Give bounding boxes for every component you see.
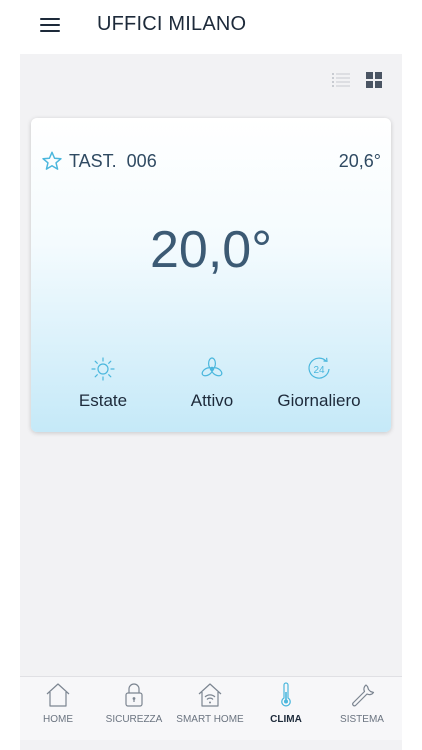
bottom-safe-area [20, 740, 402, 750]
main-content: TAST. 006 20,6° 20,0° Estate Attivo 24 G… [20, 54, 402, 676]
thermometer-icon [281, 682, 291, 707]
page-title: UFFICI MILANO [97, 13, 247, 35]
season-mode[interactable]: Estate [68, 356, 138, 411]
season-mode-label: Estate [78, 391, 128, 410]
smart-home-icon [198, 683, 222, 707]
tab-security[interactable]: SICUREZZA [96, 677, 172, 741]
tab-system[interactable]: SISTEMA [324, 677, 400, 741]
setpoint-temperature[interactable]: 20,0° [31, 220, 391, 280]
tab-smart-home[interactable]: SMART HOME [172, 677, 248, 741]
hamburger-icon[interactable] [38, 15, 62, 35]
sun-icon [91, 357, 115, 381]
fan-icon [201, 357, 223, 377]
schedule-mode-label: Giornaliero [277, 391, 361, 410]
24h-icon: 24 [308, 357, 330, 379]
tab-security-label: SICUREZZA [105, 714, 163, 725]
bottom-tab-bar: HOME SICUREZZA SMART HOME CLIMA SISTEMA [20, 676, 402, 741]
tab-home-label: HOME [43, 714, 73, 725]
tab-smart-home-label: SMART HOME [176, 714, 244, 725]
tab-climate-label: CLIMA [270, 714, 302, 725]
thermostat-card[interactable]: TAST. 006 20,6° 20,0° Estate Attivo 24 G… [31, 118, 391, 432]
thermostat-name: TAST. 006 [69, 151, 157, 171]
tab-home[interactable]: HOME [20, 677, 96, 741]
star-icon[interactable] [41, 150, 63, 172]
schedule-mode[interactable]: 24 Giornaliero [269, 356, 369, 411]
list-view-icon[interactable] [332, 72, 350, 88]
house-icon [46, 683, 70, 707]
tab-climate[interactable]: CLIMA [248, 677, 324, 741]
ambient-temperature: 20,6° [338, 151, 381, 171]
svg-text:24: 24 [313, 365, 325, 376]
fan-mode-label: Attivo [190, 391, 234, 410]
wrench-icon [352, 684, 375, 707]
fan-mode[interactable]: Attivo [177, 356, 247, 411]
lock-icon [125, 683, 143, 707]
top-bar: UFFICI MILANO [0, 0, 422, 52]
grid-view-icon[interactable] [366, 72, 382, 88]
tab-system-label: SISTEMA [340, 714, 384, 725]
